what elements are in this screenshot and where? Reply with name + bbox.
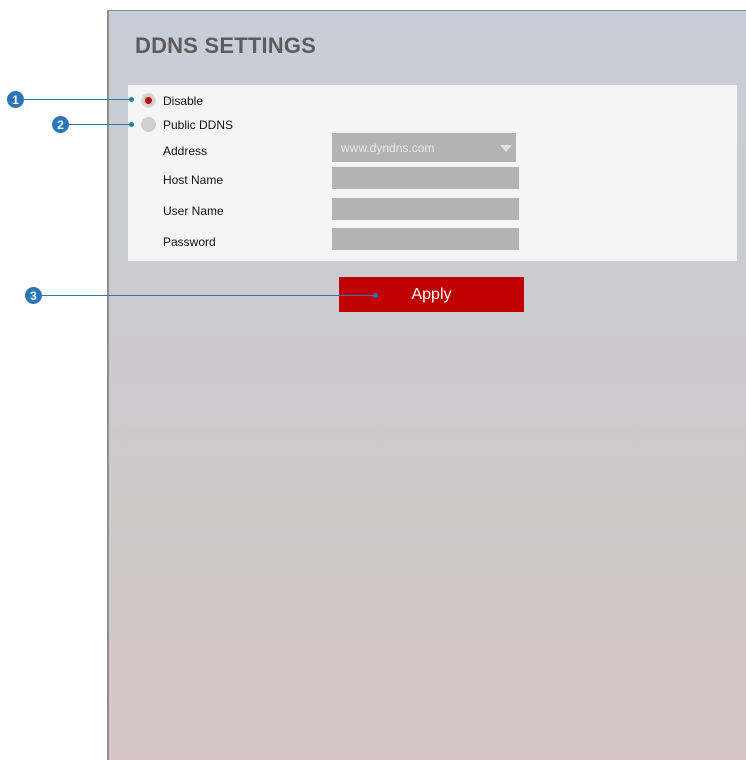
host-name-label: Host Name — [163, 173, 224, 187]
callout-dot-3 — [373, 293, 378, 298]
callout-badge-3: 3 — [25, 287, 42, 304]
address-select[interactable]: www.dyndns.com — [332, 133, 516, 162]
disable-radio[interactable] — [141, 93, 156, 108]
password-label: Password — [163, 235, 216, 249]
callout-dot-2 — [129, 122, 134, 127]
host-name-input[interactable] — [332, 167, 519, 189]
callout-leader-3 — [42, 295, 375, 296]
user-name-input[interactable] — [332, 198, 519, 220]
user-name-label: User Name — [163, 204, 224, 218]
page-title: DDNS SETTINGS — [135, 33, 317, 58]
disable-label: Disable — [163, 94, 204, 108]
chevron-down-icon — [500, 145, 512, 152]
address-label: Address — [163, 144, 208, 158]
public-ddns-label: Public DDNS — [163, 118, 234, 132]
callout-leader-1 — [24, 99, 131, 100]
callout-leader-2 — [69, 124, 131, 125]
password-input[interactable] — [332, 228, 519, 250]
address-select-value: www.dyndns.com — [341, 141, 435, 155]
callout-badge-1: 1 — [7, 91, 24, 108]
callout-badge-2: 2 — [52, 116, 69, 133]
public-ddns-radio[interactable] — [141, 117, 156, 132]
callout-dot-1 — [129, 97, 134, 102]
